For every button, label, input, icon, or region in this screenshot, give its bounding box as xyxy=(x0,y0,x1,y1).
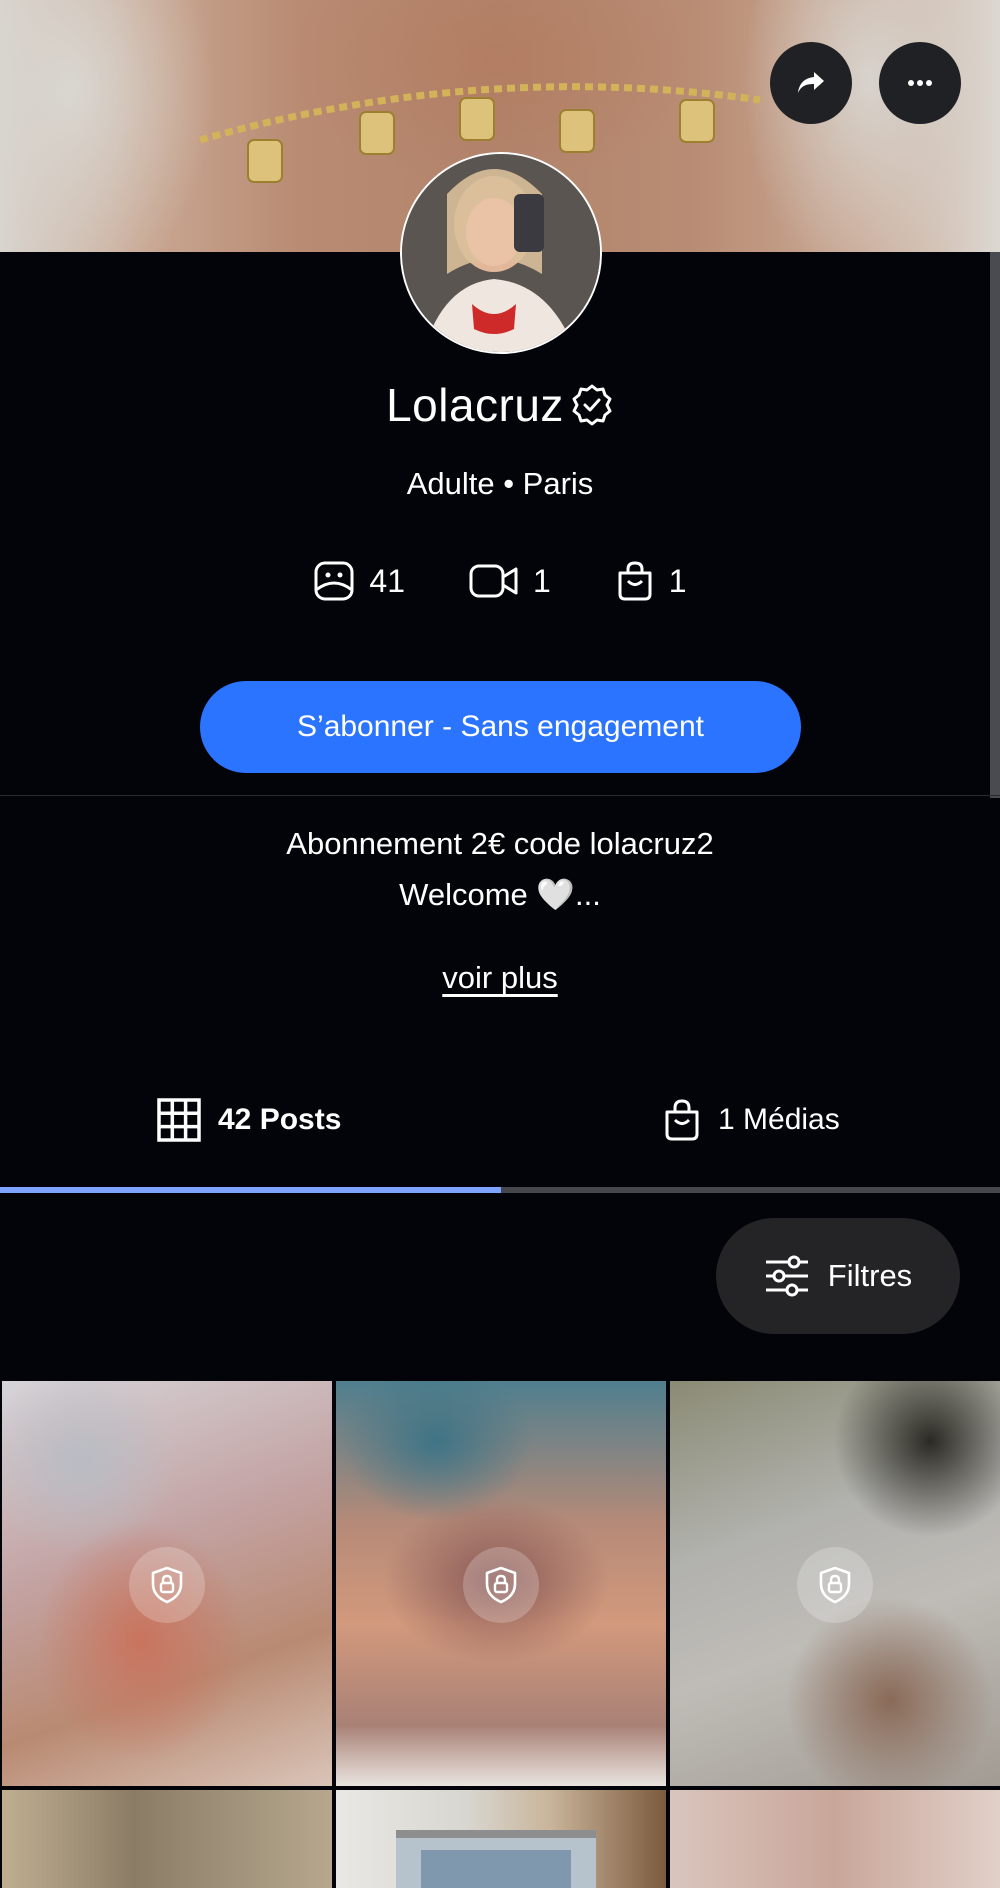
post-tile[interactable] xyxy=(670,1790,1000,1888)
stat-photos-count: 41 xyxy=(369,562,405,599)
share-icon xyxy=(798,72,824,93)
lock-badge xyxy=(129,1547,205,1623)
bio-line-2: Welcome 🤍... xyxy=(399,877,601,912)
tab-active-indicator xyxy=(0,1187,501,1193)
lock-badge xyxy=(797,1547,873,1623)
avatar-image xyxy=(402,154,600,352)
more-dots-icon xyxy=(908,80,932,86)
filters-label: Filtres xyxy=(827,1258,913,1293)
post-tile[interactable] xyxy=(670,1381,1000,1786)
profile-name: Lolacruz xyxy=(386,379,564,431)
post-tile[interactable] xyxy=(336,1381,666,1786)
more-options-button[interactable] xyxy=(879,42,961,124)
post-tile[interactable] xyxy=(2,1790,332,1888)
profile-bio: Abonnement 2€ code lolacruz2 Welcome 🤍..… xyxy=(0,818,1000,920)
post-tile[interactable] xyxy=(336,1790,666,1888)
tab-medias-label: 1 Médias xyxy=(718,1103,840,1136)
tab-posts-label: 42 Posts xyxy=(218,1103,342,1136)
lock-badge xyxy=(463,1547,539,1623)
video-camera-icon xyxy=(469,564,518,598)
subscribe-button[interactable]: S’abonner - Sans engagement xyxy=(200,681,801,773)
lock-shield-icon xyxy=(485,1566,517,1604)
stat-photos: 41 xyxy=(313,560,405,602)
scrollbar[interactable] xyxy=(990,252,1000,798)
profile-name-row: Lolacruz xyxy=(0,378,1000,432)
shopping-bag-icon xyxy=(618,561,652,601)
lock-shield-icon xyxy=(151,1566,183,1604)
see-more-link[interactable]: voir plus xyxy=(0,960,1000,996)
stat-products-count: 1 xyxy=(668,562,687,599)
post-tile[interactable] xyxy=(2,1381,332,1786)
stat-products: 1 xyxy=(615,560,687,602)
share-button[interactable] xyxy=(770,42,852,124)
photo-icon xyxy=(314,561,354,601)
bio-line-1: Abonnement 2€ code lolacruz2 xyxy=(286,826,714,861)
tab-posts[interactable]: 42 Posts xyxy=(156,1085,341,1155)
content-tabs: 42 Posts 1 Médias xyxy=(0,1075,1000,1215)
profile-subtitle: Adulte • Paris xyxy=(406,466,594,501)
lock-shield-icon xyxy=(819,1566,851,1604)
stat-videos-count: 1 xyxy=(533,562,551,599)
avatar[interactable] xyxy=(400,152,602,354)
profile-stats: 41 1 1 xyxy=(0,560,1000,602)
divider xyxy=(0,795,1000,796)
filters-button[interactable]: Filtres xyxy=(716,1218,960,1334)
sliders-icon xyxy=(765,1255,808,1297)
post-image-window xyxy=(396,1830,596,1888)
stat-videos: 1 xyxy=(469,562,551,600)
grid-icon xyxy=(157,1098,201,1142)
verified-badge-icon xyxy=(570,383,614,427)
tab-medias[interactable]: 1 Médias xyxy=(662,1085,840,1155)
shopping-bag-icon xyxy=(665,1099,699,1141)
